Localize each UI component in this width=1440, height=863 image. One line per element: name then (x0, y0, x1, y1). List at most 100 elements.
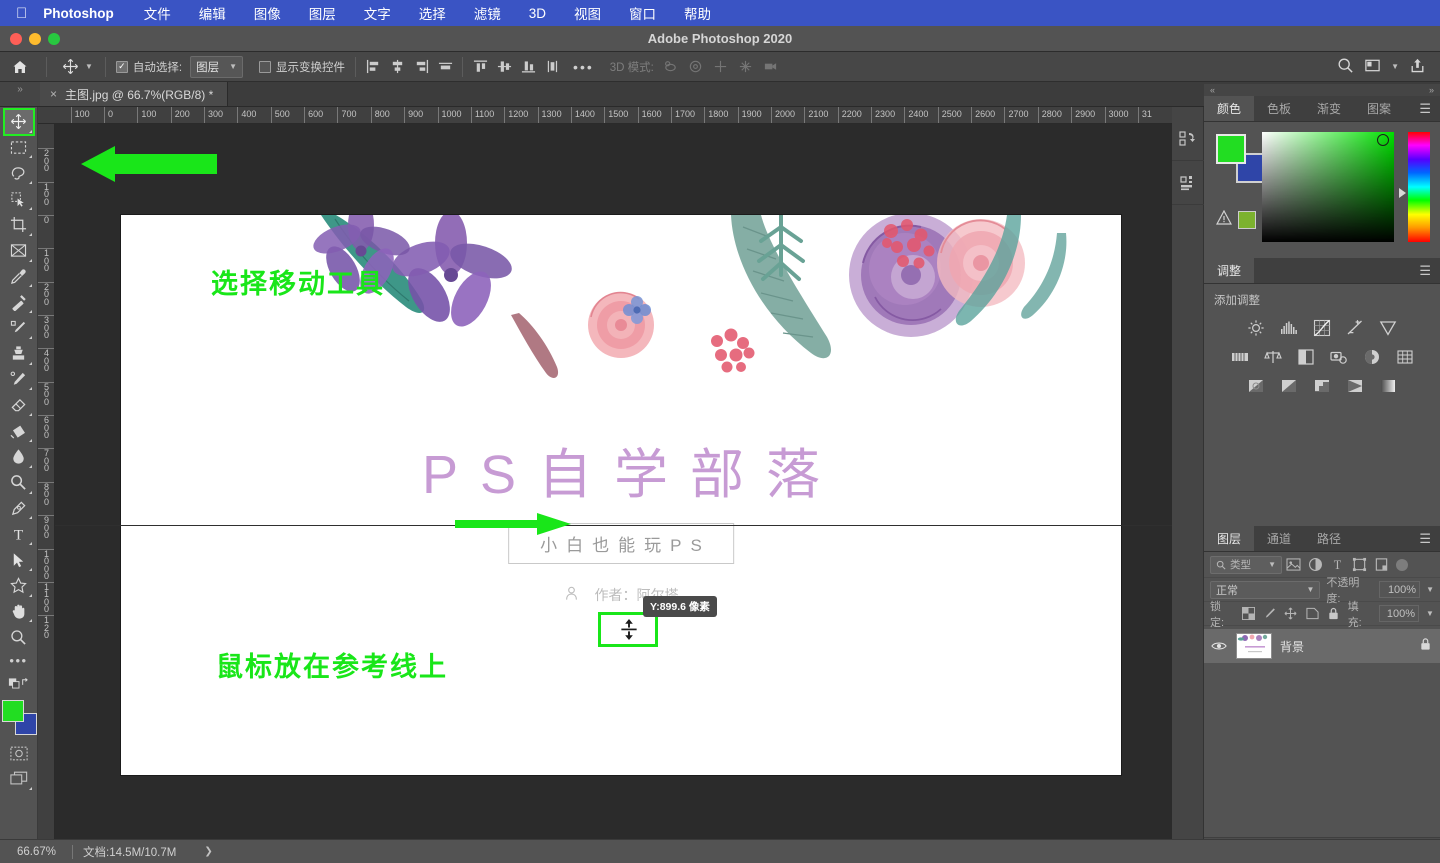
photo-filter-icon[interactable] (1329, 347, 1349, 367)
curves-icon[interactable] (1312, 318, 1332, 338)
auto-select-checkbox[interactable]: ✓ 自动选择: (112, 59, 186, 75)
distribute-icon[interactable] (541, 56, 563, 78)
default-colors-swap[interactable] (4, 671, 34, 697)
layer-visibility-icon[interactable] (1210, 640, 1228, 652)
checkbox-icon[interactable] (259, 60, 272, 73)
zoom-level[interactable]: 66.67% (0, 846, 62, 858)
chevron-down-icon[interactable]: ▼ (85, 62, 93, 71)
gradient-map-icon[interactable] (1345, 376, 1365, 396)
layer-locked-icon[interactable] (1419, 637, 1432, 656)
color-lookup-icon[interactable] (1395, 347, 1415, 367)
minimize-button[interactable] (29, 32, 41, 45)
slide-3d-icon[interactable] (735, 56, 757, 78)
tab-swatches[interactable]: 色板 (1254, 96, 1304, 121)
menu-item-window[interactable]: 窗口 (615, 3, 670, 23)
hue-strip[interactable] (1399, 132, 1430, 242)
tab-paths[interactable]: 路径 (1304, 526, 1354, 551)
filter-adjustment-icon[interactable] (1304, 557, 1326, 572)
zoom-tool[interactable] (4, 625, 34, 651)
filter-smart-object-icon[interactable] (1370, 557, 1392, 572)
panel-menu-icon[interactable]: ☰ (1410, 526, 1440, 551)
collapse-left-icon[interactable]: « (1210, 85, 1215, 95)
libraries-icon[interactable] (1172, 117, 1204, 161)
tab-layers[interactable]: 图层 (1204, 526, 1255, 551)
color-balance-icon[interactable] (1263, 347, 1283, 367)
menu-item-view[interactable]: 视图 (560, 3, 615, 23)
filter-pixel-icon[interactable] (1282, 558, 1304, 571)
menu-item-select[interactable]: 选择 (405, 3, 460, 23)
layer-name[interactable]: 背景 (1280, 638, 1304, 655)
menu-item-type[interactable]: 文字 (350, 3, 405, 23)
menu-item-layer[interactable]: 图层 (295, 3, 350, 23)
lock-nesting-icon[interactable] (1305, 606, 1319, 621)
workspace-layout-icon[interactable] (1364, 57, 1381, 77)
crop-tool[interactable] (4, 212, 34, 238)
threshold-icon[interactable] (1312, 376, 1332, 396)
move-tool[interactable] (2, 108, 35, 136)
exposure-icon[interactable] (1345, 318, 1365, 338)
fill-value[interactable]: 100% (1378, 605, 1420, 622)
panel-menu-icon[interactable]: ☰ (1410, 96, 1440, 121)
brush-tool[interactable] (4, 315, 34, 341)
hand-tool[interactable] (4, 599, 34, 625)
blend-mode-dropdown[interactable]: 正常 ▼ (1210, 580, 1321, 599)
lasso-tool[interactable] (4, 161, 34, 187)
search-icon[interactable] (1337, 57, 1354, 77)
color-swatches[interactable] (1, 700, 37, 736)
channel-mixer-icon[interactable] (1362, 347, 1382, 367)
brightness-contrast-icon[interactable] (1246, 318, 1266, 338)
close-button[interactable] (10, 32, 22, 45)
show-transform-checkbox[interactable]: 显示变换控件 (255, 59, 349, 75)
dodge-tool[interactable] (4, 470, 34, 496)
shape-tool[interactable] (4, 573, 34, 599)
hue-saturation-icon[interactable] (1230, 347, 1250, 367)
tab-adjustments[interactable]: 调整 (1204, 258, 1255, 283)
gradient-tool[interactable] (4, 418, 34, 444)
roll-3d-icon[interactable] (685, 56, 707, 78)
menu-item-file[interactable]: 文件 (130, 3, 185, 23)
black-white-icon[interactable] (1296, 347, 1316, 367)
eraser-tool[interactable] (4, 393, 34, 419)
chevron-down-icon[interactable]: ▼ (1391, 62, 1399, 71)
align-vertical-centers-icon[interactable] (493, 56, 515, 78)
gamut-safe-color-swatch[interactable] (1238, 211, 1256, 229)
auto-select-target-dropdown[interactable]: 图层 ▼ (190, 55, 244, 78)
frame-tool[interactable] (4, 238, 34, 264)
menu-app-name[interactable]: Photoshop (43, 6, 130, 21)
edit-toolbar-icon[interactable]: ••• (4, 650, 34, 670)
align-right-edges-icon[interactable] (410, 56, 432, 78)
active-tool-button[interactable]: ▼ (53, 56, 99, 78)
share-icon[interactable] (1409, 57, 1426, 77)
align-top-icon[interactable] (469, 56, 491, 78)
foreground-color-swatch[interactable] (1, 700, 24, 723)
type-tool[interactable]: T (4, 522, 34, 548)
lock-image-pixels-icon[interactable] (1262, 606, 1276, 621)
panel-collapse-bar[interactable]: « » (1204, 84, 1440, 96)
layer-filter-dropdown[interactable]: 类型 ▼ (1210, 555, 1282, 574)
healing-brush-tool[interactable] (4, 289, 34, 315)
opacity-value[interactable]: 100% (1378, 581, 1421, 598)
apple-logo-icon[interactable]:  (12, 6, 43, 21)
panel-collapse-icon[interactable]: » (0, 82, 40, 106)
horizontal-ruler[interactable]: 100 0 100 200 300 400 500 600 700 800 900 1000 1100 1… (38, 107, 1172, 124)
blur-tool[interactable] (4, 444, 34, 470)
align-left-edges-icon[interactable] (362, 56, 384, 78)
layer-thumbnail[interactable] (1236, 633, 1272, 659)
checkbox-icon[interactable]: ✓ (115, 60, 128, 73)
color-field[interactable] (1261, 132, 1395, 242)
tab-patterns[interactable]: 图案 (1354, 96, 1404, 121)
lock-position-icon[interactable] (1284, 606, 1298, 621)
menu-item-image[interactable]: 图像 (240, 3, 295, 23)
align-bottom-icon[interactable] (517, 56, 539, 78)
menu-item-3d[interactable]: 3D (515, 6, 560, 21)
vertical-ruler[interactable]: 0200100010020030040050060070080090010001… (38, 124, 55, 839)
filter-enable-toggle[interactable] (1396, 558, 1408, 571)
filter-shape-icon[interactable] (1348, 557, 1370, 572)
pen-tool[interactable] (4, 496, 34, 522)
clone-stamp-tool[interactable] (4, 341, 34, 367)
home-icon[interactable] (0, 59, 40, 75)
quick-mask-toggle[interactable] (4, 740, 34, 766)
status-expand-icon[interactable]: ❯ (176, 846, 212, 857)
vibrance-icon[interactable] (1378, 318, 1398, 338)
gamut-warning-group[interactable] (1215, 209, 1256, 230)
